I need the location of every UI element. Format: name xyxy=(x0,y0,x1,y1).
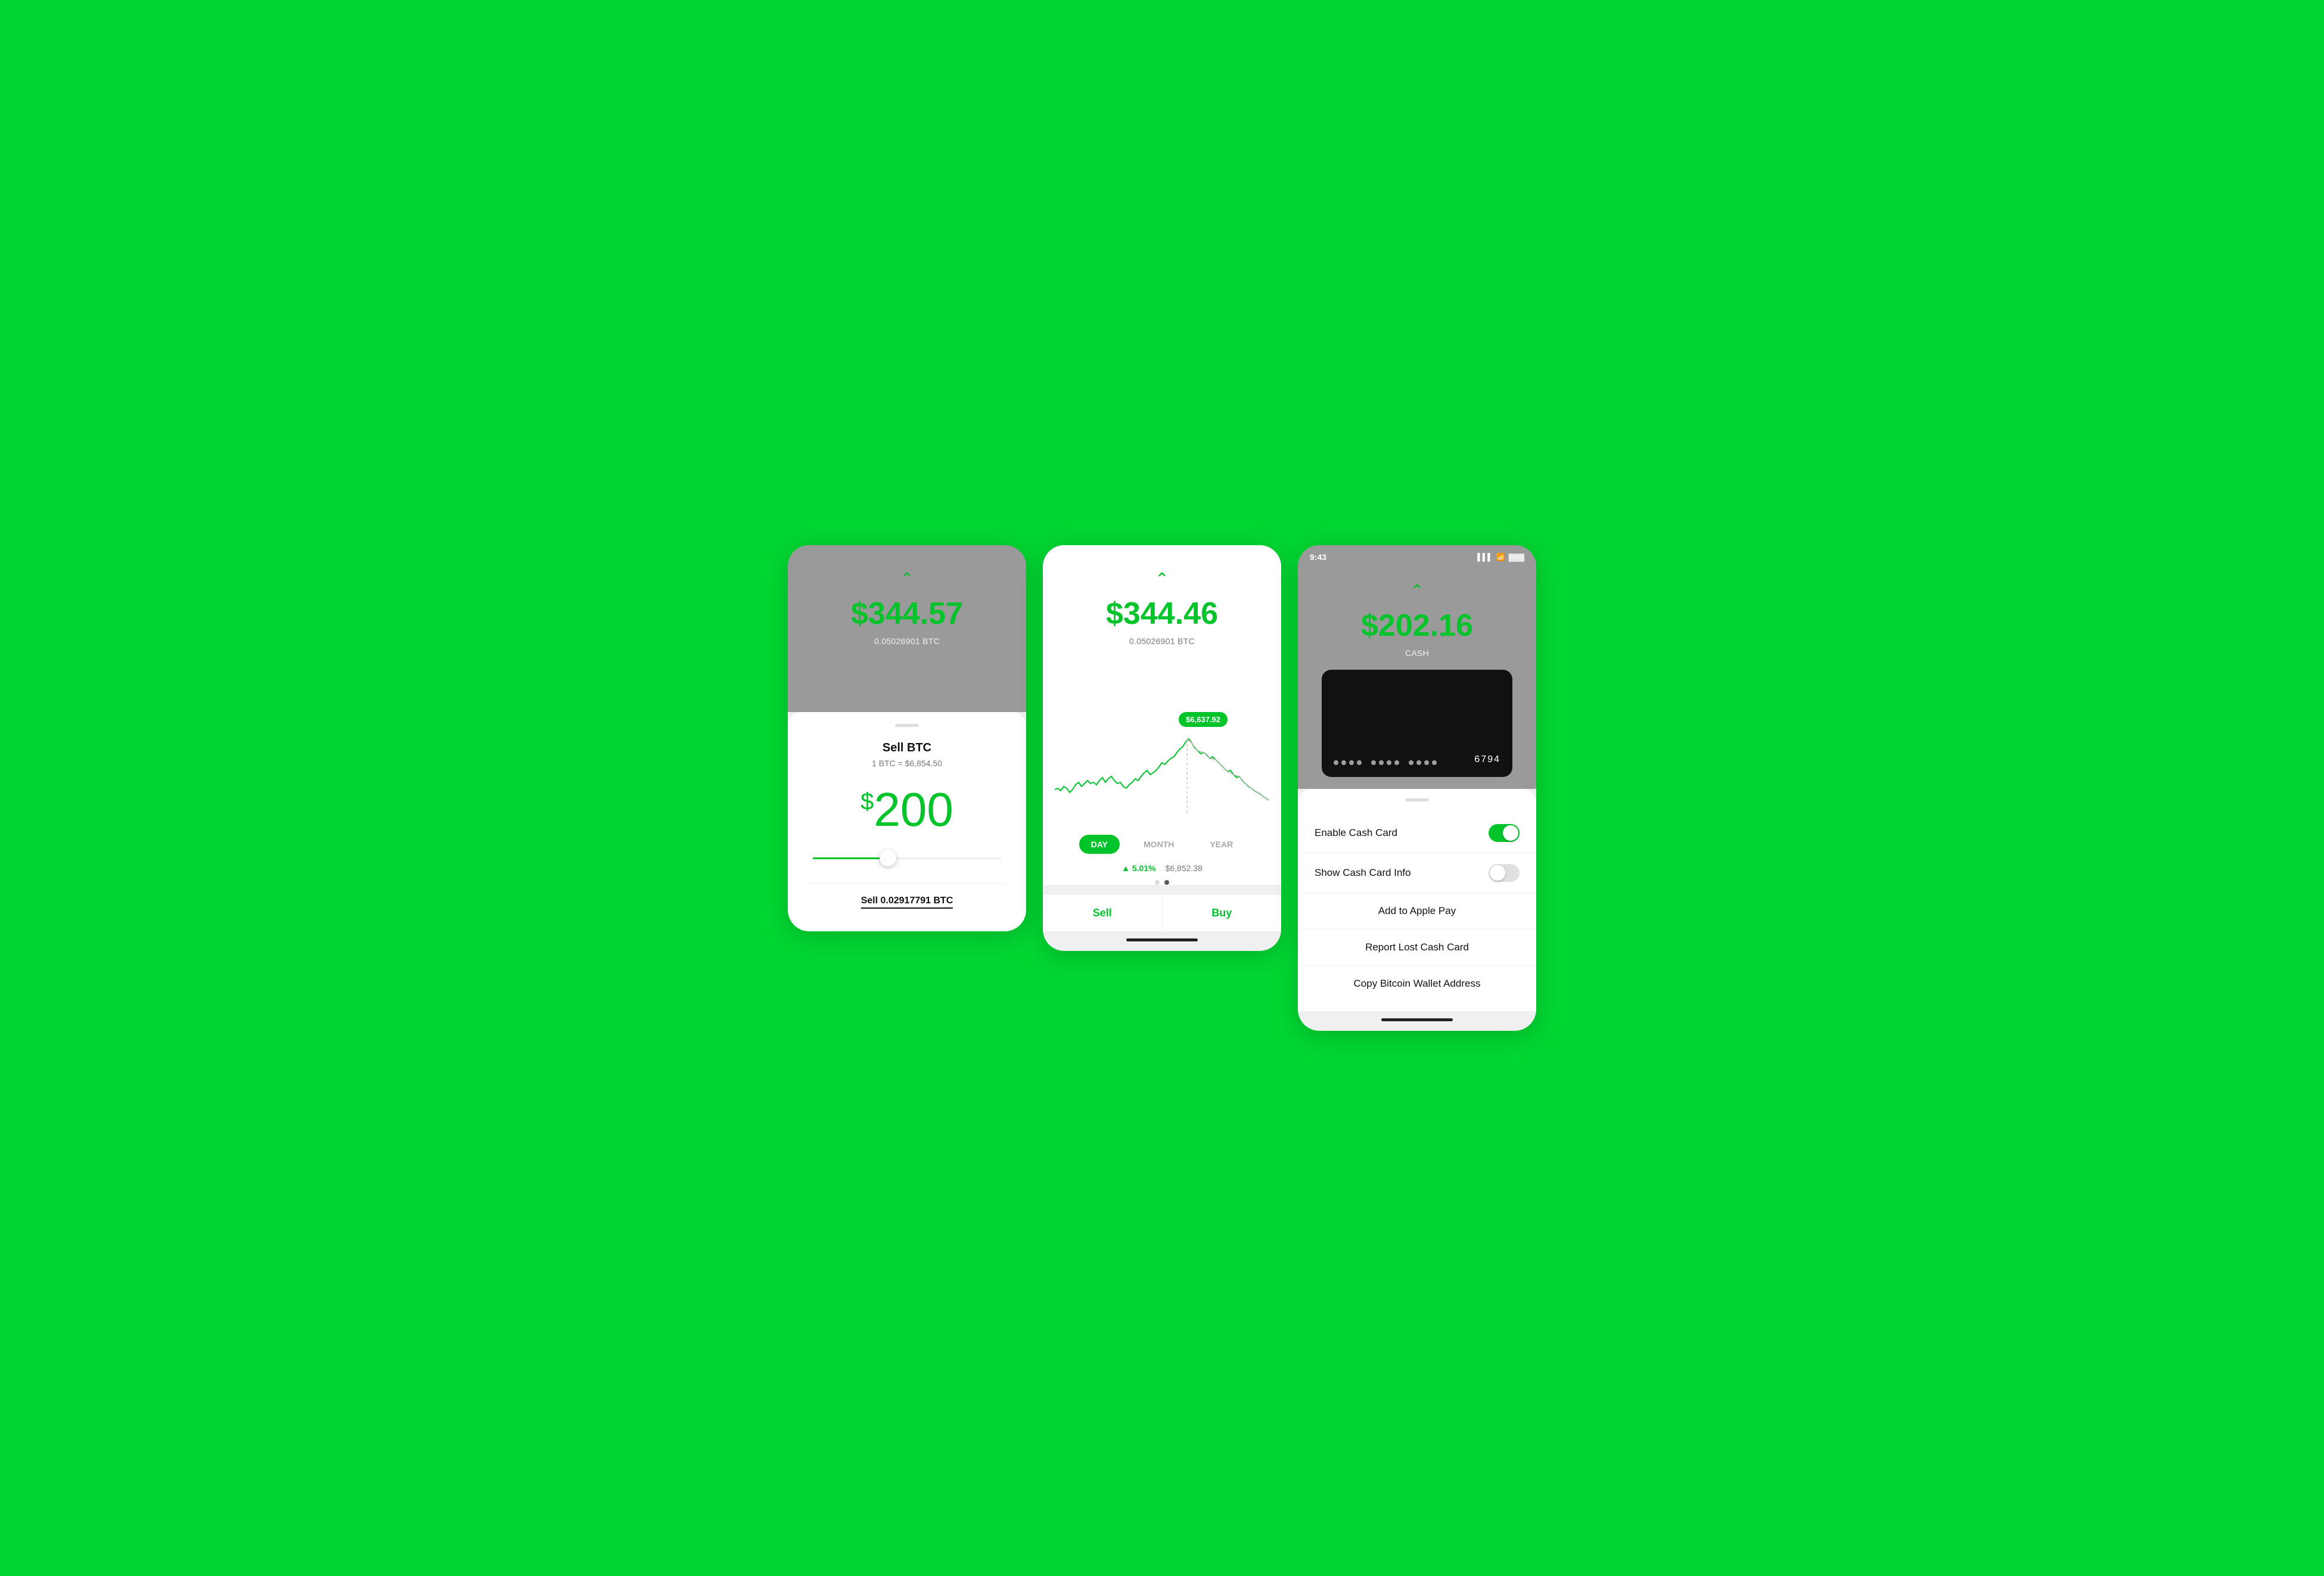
dot-1 xyxy=(1155,880,1160,885)
screens-container: ⌃ $344.57 0.05026901 BTC Sell BTC 1 BTC … xyxy=(775,545,1549,1031)
sell-amount: $200 xyxy=(807,786,1007,834)
btc-wallet-label: Copy Bitcoin Wallet Address xyxy=(1354,978,1481,989)
chart-wrapper: $6,637.92 xyxy=(1049,706,1275,825)
screen2-top: ⌃ $344.46 0.05026901 BTC xyxy=(1043,545,1281,700)
card-last-four: 6794 xyxy=(1474,754,1500,765)
report-lost-row[interactable]: Report Lost Cash Card xyxy=(1298,930,1536,966)
card-dot xyxy=(1334,760,1338,765)
toggle-thumb-2 xyxy=(1490,865,1505,881)
card-dot xyxy=(1341,760,1346,765)
dollar-sign: $ xyxy=(860,788,874,815)
signal-icon: ▌▌▌ xyxy=(1477,553,1493,561)
show-info-row: Show Cash Card Info xyxy=(1298,853,1536,893)
card-dot xyxy=(1432,760,1437,765)
screen-btc-chart: ⌃ $344.46 0.05026901 BTC $6,637.92 xyxy=(1043,545,1281,951)
chevron-up-icon-3[interactable]: ⌃ xyxy=(1410,581,1424,601)
sell-footer: Sell 0.02917791 BTC xyxy=(807,883,1007,909)
status-time: 9:43 xyxy=(1310,552,1326,562)
buy-button[interactable]: Buy xyxy=(1163,895,1282,931)
chart-stats: ▲ 5.01% $6,852.38 xyxy=(1049,863,1275,873)
dot-2 xyxy=(1164,880,1169,885)
card-dot xyxy=(1387,760,1391,765)
dots-indicator xyxy=(1049,880,1275,885)
card-dot xyxy=(1357,760,1362,765)
home-indicator-3 xyxy=(1381,1018,1453,1021)
slider-track xyxy=(813,857,1001,859)
sell-sheet-title: Sell BTC xyxy=(807,741,1007,755)
sheet-handle xyxy=(895,724,919,727)
status-bar: 9:43 ▌▌▌ 📶 ▓▓▓ xyxy=(1298,545,1536,567)
screen-cash-card: 9:43 ▌▌▌ 📶 ▓▓▓ ⌃ $202.16 CASH xyxy=(1298,545,1536,1031)
screen1-top: ⌃ $344.57 0.05026901 BTC xyxy=(788,545,1026,712)
sell-sheet-subtitle: 1 BTC = $6,854.50 xyxy=(807,759,1007,768)
card-dot xyxy=(1416,760,1421,765)
cash-balance-amount: $202.16 xyxy=(1361,608,1473,644)
tab-year[interactable]: YEAR xyxy=(1198,835,1245,854)
apple-pay-row[interactable]: Add to Apple Pay xyxy=(1298,893,1536,930)
card-dot xyxy=(1394,760,1399,765)
enable-card-toggle[interactable] xyxy=(1489,824,1520,842)
sell-btc-label: Sell 0.02917791 BTC xyxy=(861,896,953,909)
card-dot xyxy=(1379,760,1384,765)
battery-icon: ▓▓▓ xyxy=(1509,553,1524,561)
home-indicator xyxy=(1126,938,1198,941)
slider-thumb[interactable] xyxy=(880,850,896,866)
chart-tooltip: $6,637.92 xyxy=(1179,712,1228,727)
toggle-thumb xyxy=(1503,825,1518,841)
card-dot xyxy=(1424,760,1429,765)
chart-area: $6,637.92 xyxy=(1043,700,1281,885)
card-dot xyxy=(1349,760,1354,765)
amount-slider[interactable] xyxy=(807,857,1007,859)
btc-balance-sub: 0.05026901 BTC xyxy=(874,636,940,646)
enable-card-row: Enable Cash Card xyxy=(1298,813,1536,853)
price-chart xyxy=(1055,706,1269,813)
status-icons: ▌▌▌ 📶 ▓▓▓ xyxy=(1477,553,1524,561)
screen3-top: ⌃ $202.16 CASH xyxy=(1298,545,1536,789)
chevron-up-icon-2[interactable]: ⌃ xyxy=(1155,569,1169,589)
card-dot xyxy=(1409,760,1413,765)
tab-month[interactable]: MONTH xyxy=(1132,835,1186,854)
card-dot-group-2 xyxy=(1371,760,1399,765)
card-dot-group-3 xyxy=(1409,760,1437,765)
chart-balance-sub: 0.05026901 BTC xyxy=(1129,636,1195,646)
card-dot xyxy=(1371,760,1376,765)
action-buttons: Sell Buy xyxy=(1043,894,1281,931)
settings-sheet: Enable Cash Card Show Cash Card Info Add… xyxy=(1298,789,1536,1011)
btc-balance-amount: $344.57 xyxy=(851,596,963,632)
price-change-stat: ▲ 5.01% xyxy=(1121,863,1155,873)
settings-handle xyxy=(1405,798,1429,801)
sell-button[interactable]: Sell xyxy=(1043,895,1163,931)
sell-sheet: Sell BTC 1 BTC = $6,854.50 $200 Sell 0.0… xyxy=(788,712,1026,931)
btc-wallet-row[interactable]: Copy Bitcoin Wallet Address xyxy=(1298,966,1536,1002)
apple-pay-label: Add to Apple Pay xyxy=(1378,905,1456,916)
tab-day[interactable]: DAY xyxy=(1079,835,1120,854)
enable-card-label: Enable Cash Card xyxy=(1315,827,1397,839)
cash-card: 6794 xyxy=(1322,670,1512,777)
time-tabs: DAY MONTH YEAR xyxy=(1049,835,1275,854)
chevron-up-icon[interactable]: ⌃ xyxy=(900,569,914,589)
show-info-label: Show Cash Card Info xyxy=(1315,867,1411,879)
wifi-icon: 📶 xyxy=(1496,553,1505,561)
card-dot-group-1 xyxy=(1334,760,1362,765)
price-value-stat: $6,852.38 xyxy=(1166,863,1203,873)
chart-balance-amount: $344.46 xyxy=(1106,596,1218,632)
card-dots xyxy=(1334,760,1437,765)
slider-fill xyxy=(813,857,888,859)
sell-footer-text: Sell 0.02917791 BTC xyxy=(807,896,1007,909)
report-lost-label: Report Lost Cash Card xyxy=(1365,941,1469,953)
show-info-toggle[interactable] xyxy=(1489,864,1520,882)
screen-sell-btc: ⌃ $344.57 0.05026901 BTC Sell BTC 1 BTC … xyxy=(788,545,1026,931)
cash-balance-label: CASH xyxy=(1405,648,1429,658)
